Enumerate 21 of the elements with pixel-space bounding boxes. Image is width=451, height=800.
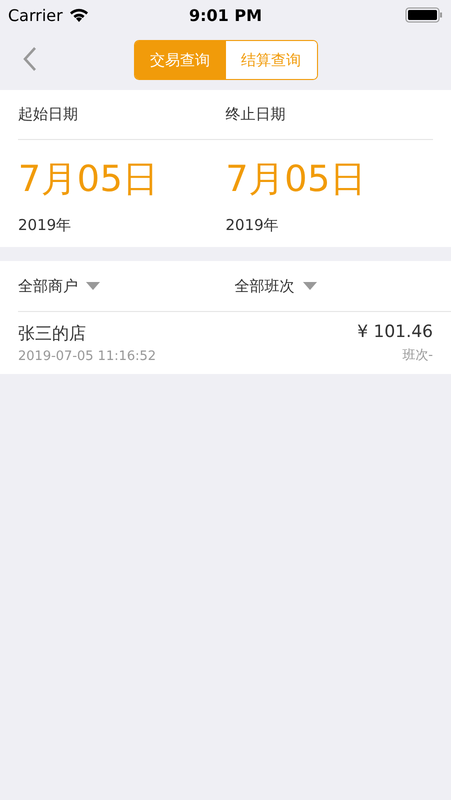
segment-tab[interactable]: 交易查询 (134, 41, 226, 79)
battery-icon (404, 7, 443, 23)
date-value[interactable]: 7月05日 (18, 154, 159, 206)
date-value[interactable]: 7月05日 (226, 154, 366, 206)
filter-dropdown[interactable]: 全部商户 (18, 276, 100, 296)
store-name: 张三的店 (18, 323, 86, 345)
shift-label: 班次- (402, 347, 433, 364)
record-time: 2019-07-05 11:16:52 (18, 349, 156, 364)
year-label: 2019年 (18, 216, 72, 235)
year-label: 2019年 (226, 216, 279, 235)
carrier-label: Carrier (8, 6, 63, 24)
segment-tab[interactable]: 结算查询 (226, 41, 316, 79)
status-time: 9:01 PM (188, 6, 262, 24)
date-label: 起始日期 (18, 105, 78, 124)
wifi-icon (68, 8, 89, 22)
caret-icon (86, 282, 100, 290)
record-amount: ¥ 101.46 (357, 322, 433, 342)
filter-dropdown[interactable]: 全部班次 (234, 276, 316, 296)
date-label: 终止日期 (226, 105, 286, 124)
back-icon[interactable] (22, 46, 38, 72)
caret-icon (302, 282, 316, 290)
